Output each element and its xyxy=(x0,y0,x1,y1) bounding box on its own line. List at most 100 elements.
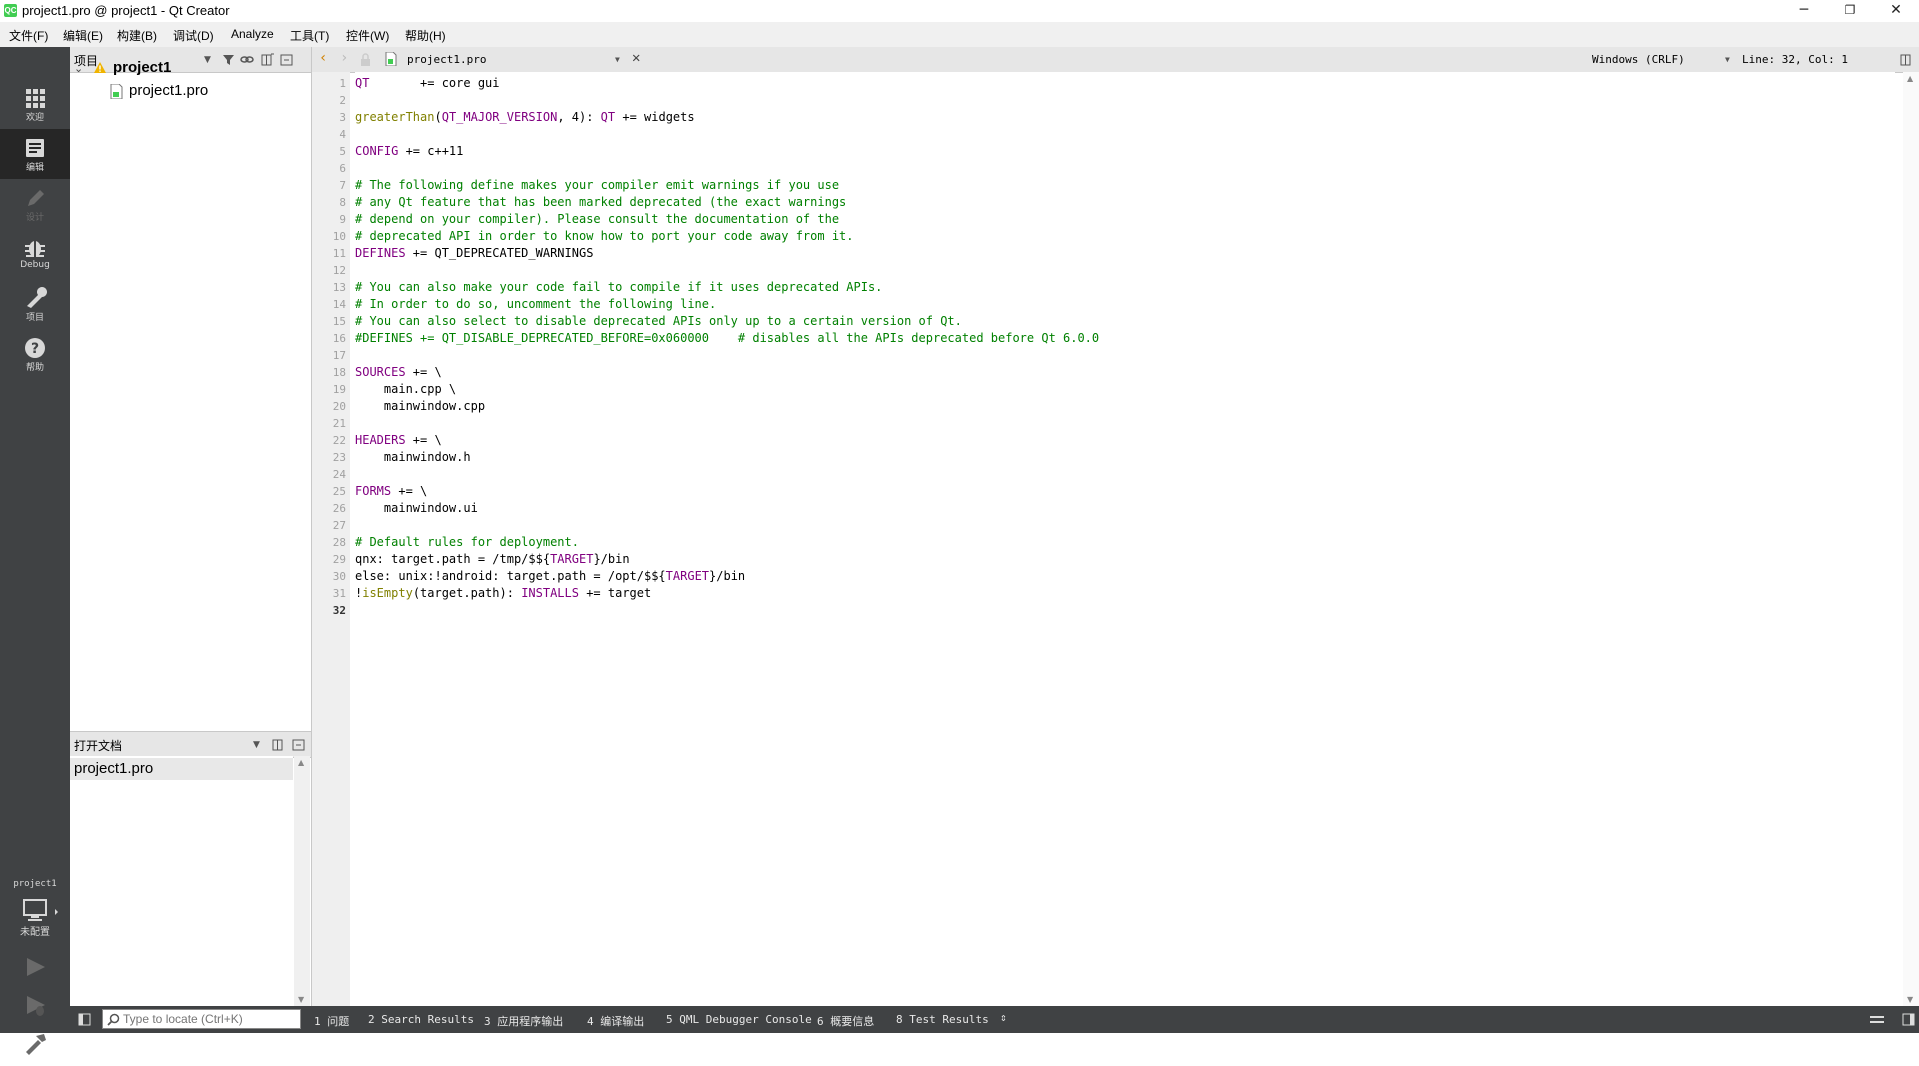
line-number: 21 xyxy=(332,417,346,430)
line-number: 9 xyxy=(339,213,346,226)
menu-edit[interactable]: 编辑(E) xyxy=(63,27,103,44)
menu-bar: 文件(F) 编辑(E) 构建(B) 调试(D) Analyze 工具(T) 控件… xyxy=(0,22,1919,47)
debug-run-button[interactable] xyxy=(0,990,70,1028)
scroll-down-icon[interactable]: ▼ xyxy=(298,995,304,1004)
nav-back-icon[interactable]: ‹ xyxy=(319,50,327,66)
code-line: greaterThan(QT_MAJOR_VERSION, 4): QT += … xyxy=(355,110,695,124)
mode-debug-label: Debug xyxy=(20,260,50,270)
open-docs-scrollbar[interactable]: ▲ ▼ xyxy=(294,756,310,1006)
locator-input[interactable] xyxy=(123,1011,293,1027)
output-pane-search-results[interactable]: 2 Search Results xyxy=(368,1013,474,1026)
kit-project-name: project1 xyxy=(13,879,57,889)
scroll-up-icon[interactable]: ▲ xyxy=(1907,74,1913,83)
code-line: CONFIG += c++11 xyxy=(355,144,463,158)
line-number: 22 xyxy=(332,434,346,447)
scroll-up-icon[interactable]: ▲ xyxy=(298,758,304,767)
lock-icon[interactable] xyxy=(360,53,371,66)
output-pane-app-output[interactable]: 3 应用程序输出 xyxy=(484,1013,563,1029)
line-number: 10 xyxy=(332,230,346,243)
kit-selector[interactable]: 未配置 xyxy=(0,895,70,945)
output-pane-compile-output[interactable]: 4 编译输出 xyxy=(587,1013,644,1029)
close-panel-icon[interactable] xyxy=(280,53,293,66)
menu-help[interactable]: 帮助(H) xyxy=(405,27,446,44)
output-pane-general-messages[interactable]: 6 概要信息 xyxy=(817,1013,874,1029)
code-token: += \ xyxy=(405,433,442,447)
code-token: += \ xyxy=(391,484,428,498)
close-panel-icon[interactable] xyxy=(292,738,305,751)
chevron-down-icon[interactable]: ⌄ xyxy=(74,63,83,75)
more-panes-icon[interactable]: ⇕ xyxy=(1000,1011,1007,1024)
code-token: else: unix:!android: target.path = /opt/… xyxy=(355,569,666,583)
line-number: 24 xyxy=(332,468,346,481)
code-line: DEFINES += QT_DEPRECATED_WARNINGS xyxy=(355,246,593,260)
play-icon xyxy=(27,958,45,976)
output-pane-issues[interactable]: 1 问题 xyxy=(314,1013,349,1029)
line-number: 6 xyxy=(339,162,346,175)
mode-design[interactable]: 设计 xyxy=(0,179,70,229)
split-icon[interactable] xyxy=(272,738,285,751)
menu-file[interactable]: 文件(F) xyxy=(9,27,48,44)
monitor-icon xyxy=(23,899,58,921)
restore-button[interactable]: ❐ xyxy=(1827,0,1873,22)
code-comment-line: # You can also select to disable depreca… xyxy=(355,314,962,328)
progress-details-icon[interactable] xyxy=(1870,1014,1884,1025)
line-number: 3 xyxy=(339,111,346,124)
locator[interactable] xyxy=(102,1009,301,1029)
code-line: mainwindow.ui xyxy=(355,501,478,515)
open-docs-dropdown-chevron-icon[interactable]: ▼ xyxy=(253,740,260,750)
output-pane-test-results[interactable]: 8 Test Results xyxy=(896,1013,989,1026)
menu-debug[interactable]: 调试(D) xyxy=(173,27,214,44)
mode-projects[interactable]: 项目 xyxy=(0,279,70,329)
code-comment-line: # You can also make your code fail to co… xyxy=(355,280,883,294)
cursor-position[interactable]: Line: 32, Col: 1 xyxy=(1742,53,1848,66)
tree-root-row[interactable]: ⌄ project1 xyxy=(74,59,171,76)
line-ending-combo[interactable]: Windows (CRLF) xyxy=(1592,53,1685,66)
split-editor-icon[interactable] xyxy=(1900,53,1913,66)
file-dropdown-chevron-icon[interactable]: ▼ xyxy=(615,55,620,64)
open-document-item[interactable]: project1.pro xyxy=(70,758,293,780)
menu-controls[interactable]: 控件(W) xyxy=(346,27,389,44)
pencil-icon xyxy=(28,190,44,206)
tree-file-label: project1.pro xyxy=(129,82,209,99)
mode-debug[interactable]: Debug xyxy=(0,229,70,279)
code-comment-line: #DEFINES += QT_DISABLE_DEPRECATED_BEFORE… xyxy=(355,331,1100,345)
close-document-icon[interactable]: ✕ xyxy=(632,50,640,66)
code-line: QT += core gui xyxy=(355,76,500,90)
view-dropdown-chevron-icon[interactable]: ▼ xyxy=(204,55,211,65)
bug-icon xyxy=(25,241,45,257)
filter-icon[interactable] xyxy=(222,53,235,66)
line-number: 16 xyxy=(332,332,346,345)
current-file-combo[interactable]: project1.pro xyxy=(407,53,486,66)
toggle-sidebar-icon[interactable] xyxy=(78,1013,91,1026)
split-icon[interactable] xyxy=(261,53,274,66)
code-token: += c++11 xyxy=(398,144,464,158)
close-button[interactable]: ✕ xyxy=(1873,0,1919,22)
toggle-right-sidebar-icon[interactable] xyxy=(1902,1013,1915,1026)
build-button[interactable] xyxy=(0,1028,70,1066)
menu-analyze[interactable]: Analyze xyxy=(231,27,274,41)
code-editor[interactable]: QT += core gui greaterThan(QT_MAJOR_VERS… xyxy=(355,72,1895,1006)
link-icon[interactable] xyxy=(240,53,254,66)
pro-file-icon xyxy=(110,83,123,100)
code-token: }/bin xyxy=(709,569,746,583)
scroll-down-icon[interactable]: ▼ xyxy=(1907,995,1913,1004)
menu-build[interactable]: 构建(B) xyxy=(117,27,157,44)
mode-edit[interactable]: 编辑 xyxy=(0,129,70,179)
mode-help[interactable]: ? 帮助 xyxy=(0,329,70,379)
run-button[interactable] xyxy=(0,952,70,990)
output-pane-qml-console[interactable]: 5 QML Debugger Console xyxy=(666,1013,812,1026)
line-ending-chevron-icon[interactable]: ▼ xyxy=(1725,55,1730,64)
menu-tools[interactable]: 工具(T) xyxy=(290,27,329,44)
code-token: ( xyxy=(434,110,442,124)
line-number: 19 xyxy=(332,383,346,396)
window-title: project1.pro @ project1 - Qt Creator xyxy=(22,3,230,18)
code-token: += core gui xyxy=(369,76,500,90)
minimize-button[interactable]: ─ xyxy=(1781,0,1827,22)
nav-forward-icon[interactable]: › xyxy=(340,50,348,66)
mode-welcome[interactable]: 欢迎 xyxy=(0,79,70,129)
editor-scrollbar[interactable]: ▲ ▼ xyxy=(1903,72,1919,1006)
code-token: }/bin xyxy=(593,552,630,566)
tree-file-row[interactable]: project1.pro xyxy=(110,82,208,101)
line-number: 27 xyxy=(332,519,346,532)
line-number: 23 xyxy=(332,451,346,464)
